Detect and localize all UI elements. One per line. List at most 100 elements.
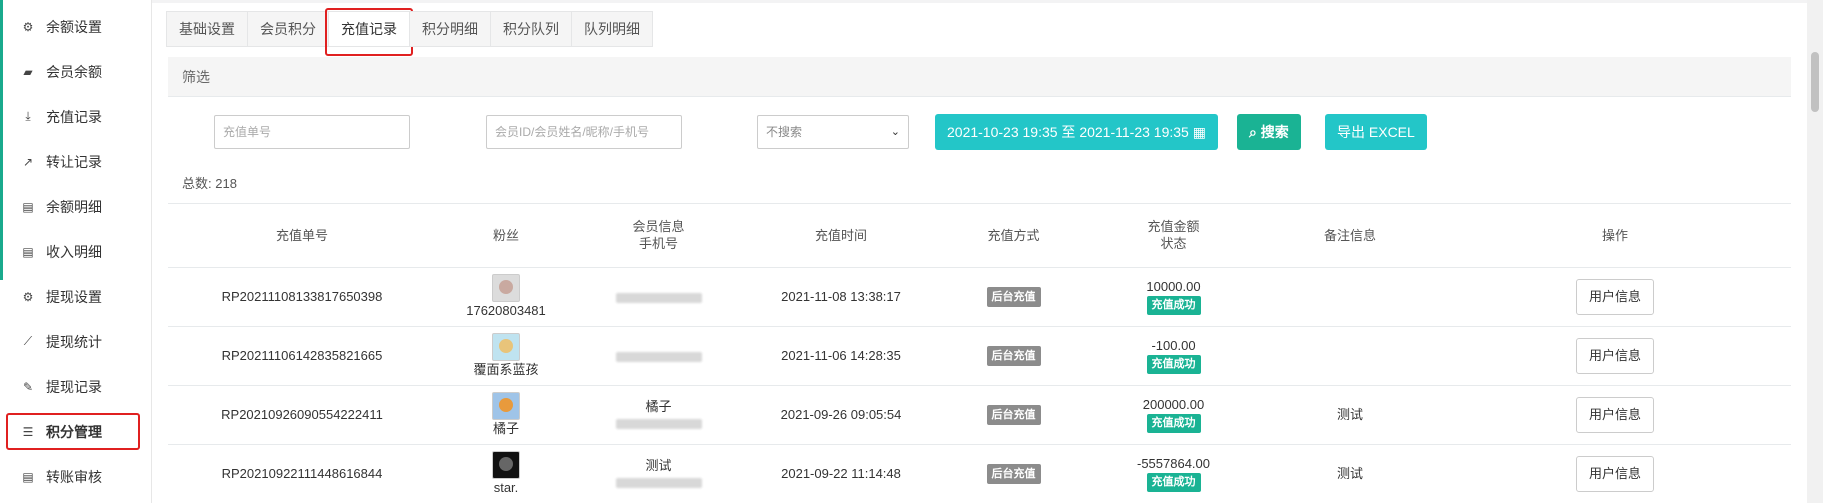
sidebar-item-label: 余额明细 <box>46 198 102 215</box>
sidebar-item-label: 收入明细 <box>46 243 102 260</box>
total-label: 总数: <box>182 176 212 191</box>
avatar <box>492 333 520 361</box>
cell-member <box>576 267 741 327</box>
cell-member <box>576 326 741 386</box>
vertical-scrollbar[interactable] <box>1807 0 1823 503</box>
method-badge: 后台充值 <box>986 286 1041 307</box>
download-icon: ⤓ <box>25 109 31 123</box>
col-header-action: 操作 <box>1439 204 1791 268</box>
method-badge: 后台充值 <box>986 463 1041 484</box>
cell-action: 用户信息 <box>1439 444 1791 503</box>
sidebar-item-transfer-records[interactable]: ↗ 转让记录 <box>0 139 151 184</box>
document-icon: ▤ <box>22 199 34 214</box>
status-badge: 充值成功 <box>1146 414 1201 433</box>
user-info-button[interactable]: 用户信息 <box>1575 396 1654 433</box>
sidebar-item-label: 转账审核 <box>46 468 102 485</box>
cell-time: 2021-09-22 11:14:48 <box>741 444 941 503</box>
sidebar-item-recharge-records[interactable]: ⤓ 充值记录 <box>0 94 151 139</box>
method-badge: 后台充值 <box>986 345 1041 366</box>
blurred-phone <box>615 419 702 430</box>
tab-basic-settings[interactable]: 基础设置 <box>166 11 248 47</box>
table-row: RP20211106142835821665 覆面系蓝孩 2021-11-06 … <box>168 326 1791 386</box>
sidebar-item-withdraw-settings[interactable]: ⚙ 提现设置 <box>0 274 151 319</box>
status-badge: 充值成功 <box>1146 473 1201 492</box>
chevron-down-icon: ⌄ <box>890 126 900 138</box>
sidebar-item-income-details[interactable]: ▤ 收入明细 <box>0 229 151 274</box>
user-info-button[interactable]: 用户信息 <box>1575 337 1654 374</box>
sidebar-item-transfer-review[interactable]: ▤ 转账审核 <box>0 454 151 499</box>
date-range-button[interactable]: 2021-10-23 19:35 至 2021-11-23 19:35 ▦ <box>935 114 1218 150</box>
filter-bar: 不搜索 ⌄ 2021-10-23 19:35 至 2021-11-23 19:3… <box>152 113 1792 153</box>
tab-bar: 基础设置 会员积分 充值记录 积分明细 积分队列 队列明细 <box>166 8 653 56</box>
external-link-icon: ↗ <box>22 154 34 169</box>
cell-amount: 10000.00 充值成功 <box>1086 267 1261 327</box>
blurred-phone <box>615 292 702 303</box>
member-name: 测试 <box>645 457 672 473</box>
search-button[interactable]: ⌕ 搜索 <box>1237 114 1301 150</box>
cell-amount: 200000.00 充值成功 <box>1086 385 1261 445</box>
gear-icon: ⚙ <box>22 19 34 34</box>
tab-recharge-records[interactable]: 充值记录 <box>325 8 413 56</box>
cell-action: 用户信息 <box>1439 385 1791 445</box>
recharge-table: 充值单号 粉丝 会员信息 手机号 充值时间 充值方式 充值金额 状态 备注信息 … <box>168 203 1791 503</box>
database-icon: ☰ <box>22 424 34 439</box>
member-search-input[interactable] <box>486 115 682 149</box>
cell-note: 测试 <box>1261 444 1439 503</box>
col-header-amount-line1: 充值金额 <box>1147 219 1200 235</box>
sidebar-item-withdraw-records[interactable]: ✎ 提现记录 <box>0 364 151 409</box>
blurred-phone <box>615 478 702 489</box>
cell-order: RP20211106142835821665 <box>168 326 436 386</box>
table-row: RP20210926090554222411 橘子 橘子 2021-09-26 … <box>168 385 1791 445</box>
document-icon: ▤ <box>22 244 34 259</box>
cell-note: 测试 <box>1261 385 1439 445</box>
col-header-fan: 粉丝 <box>436 204 576 268</box>
cell-note <box>1261 326 1439 386</box>
export-excel-button[interactable]: 导出 EXCEL <box>1325 114 1427 150</box>
sidebar-item-label: 会员余额 <box>46 63 102 80</box>
sidebar-item-member-balance[interactable]: ▰ 会员余额 <box>0 49 151 94</box>
cell-time: 2021-11-06 14:28:35 <box>741 326 941 386</box>
cell-method: 后台充值 <box>941 385 1086 445</box>
sidebar-item-points-management[interactable]: ☰ 积分管理 <box>0 409 151 454</box>
sidebar: ⚙ 余额设置 ▰ 会员余额 ⤓ 充值记录 ↗ 转让记录 ▤ 余额明细 ▤ 收入明… <box>0 0 152 503</box>
sidebar-item-label: 提现设置 <box>46 288 102 305</box>
col-header-member: 会员信息 手机号 <box>576 204 741 268</box>
col-header-order: 充值单号 <box>168 204 436 268</box>
tab-points-details[interactable]: 积分明细 <box>409 11 491 47</box>
user-info-button[interactable]: 用户信息 <box>1575 278 1654 315</box>
method-badge: 后台充值 <box>986 404 1041 425</box>
tab-points-queue[interactable]: 积分队列 <box>490 11 572 47</box>
table-row: RP20210922111448616844 star. 测试 2021-09-… <box>168 444 1791 503</box>
cell-action: 用户信息 <box>1439 267 1791 327</box>
fan-name: 覆面系蓝孩 <box>473 362 539 377</box>
tab-queue-details[interactable]: 队列明细 <box>571 11 653 47</box>
col-header-amount: 充值金额 状态 <box>1086 204 1261 268</box>
sidebar-item-label: 充值记录 <box>46 108 102 125</box>
scrollbar-thumb[interactable] <box>1811 52 1819 112</box>
search-icon: ⌕ <box>1249 124 1257 140</box>
pencil-icon: ✎ <box>22 379 34 394</box>
cell-fan: 17620803481 <box>436 267 576 327</box>
order-number-input[interactable] <box>214 115 410 149</box>
book-icon: ▰ <box>23 64 33 79</box>
sidebar-item-withdraw-stats[interactable]: ⟋ 提现统计 <box>0 319 151 364</box>
cell-note <box>1261 267 1439 327</box>
col-header-member-line2: 手机号 <box>638 236 678 252</box>
date-range-text: 2021-10-23 19:35 至 2021-11-23 19:35 <box>947 124 1189 140</box>
user-info-button[interactable]: 用户信息 <box>1575 455 1654 492</box>
sidebar-item-balance-details[interactable]: ▤ 余额明细 <box>0 184 151 229</box>
total-value: 218 <box>215 176 237 191</box>
cell-order: RP20210926090554222411 <box>168 385 436 445</box>
cell-member: 测试 <box>576 444 741 503</box>
amount-value: 10000.00 <box>1146 279 1201 294</box>
cell-amount: -100.00 充值成功 <box>1086 326 1261 386</box>
sidebar-item-label: 转让记录 <box>46 153 102 170</box>
amount-value: -100.00 <box>1151 338 1196 353</box>
sidebar-item-balance-settings[interactable]: ⚙ 余额设置 <box>0 4 151 49</box>
cell-action: 用户信息 <box>1439 326 1791 386</box>
cell-time: 2021-09-26 09:05:54 <box>741 385 941 445</box>
search-type-select[interactable]: 不搜索 ⌄ <box>757 115 909 149</box>
tab-member-points[interactable]: 会员积分 <box>247 11 329 47</box>
sidebar-item-label: 提现统计 <box>46 333 102 350</box>
search-button-label: 搜索 <box>1260 124 1289 140</box>
